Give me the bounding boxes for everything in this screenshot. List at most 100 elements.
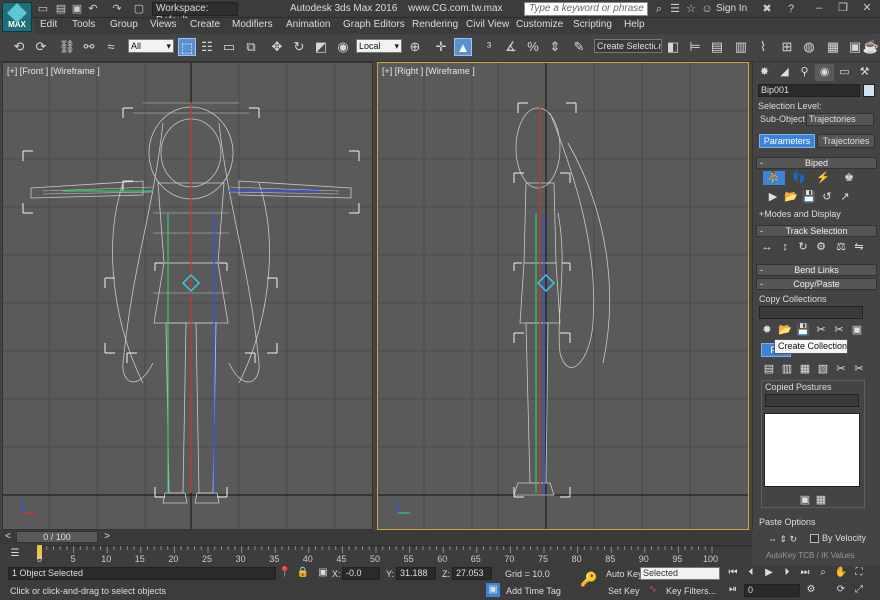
menu-graph-editors[interactable]: Graph Editors	[343, 19, 405, 30]
open-file-icon[interactable]: ▤	[54, 2, 68, 16]
right-viewport-label[interactable]: [+] [Right ] [Wireframe ]	[382, 66, 475, 76]
bend-links-rollout[interactable]: Bend Links	[756, 264, 877, 276]
hierarchy-tab-icon[interactable]: ⚲	[795, 64, 814, 81]
menu-civil-view[interactable]: Civil View	[466, 19, 509, 30]
paste-posture-icon[interactable]: ▥	[779, 362, 795, 376]
previous-key-icon[interactable]: ⏴	[744, 566, 758, 580]
paste-posture-opposite-icon[interactable]: ▦	[797, 362, 813, 376]
user-icon[interactable]: ☺	[700, 2, 714, 16]
material-editor-icon[interactable]: ◍	[800, 38, 818, 56]
curve-editor-icon[interactable]: ⌇	[754, 38, 772, 56]
y-coordinate-field[interactable]: 31.188	[396, 567, 436, 580]
pivot-center-icon[interactable]: ⊕	[406, 38, 424, 56]
menu-animation[interactable]: Animation	[286, 19, 330, 30]
move-icon[interactable]: ✥	[268, 38, 286, 56]
copy-paste-rollout[interactable]: Copy/Paste	[756, 278, 877, 290]
layer-explorer-icon[interactable]: ▤	[708, 38, 726, 56]
menu-views[interactable]: Views	[150, 19, 177, 30]
select-manipulate-icon[interactable]: ✛	[432, 38, 450, 56]
go-to-start-icon[interactable]: ⏮	[726, 566, 740, 580]
mixer-mode-icon[interactable]: ♚	[841, 171, 857, 185]
convert-icon[interactable]: ↺	[819, 190, 835, 204]
save-icon[interactable]: ▣	[70, 2, 84, 16]
opposite-icon[interactable]: ⇋	[851, 240, 867, 254]
named-selection-sets-dropdown[interactable]: Create Selection Se	[594, 39, 662, 53]
delete-collection-icon[interactable]: ✂	[813, 323, 829, 337]
zoom-icon[interactable]: ⌕	[816, 566, 830, 580]
time-tag-icon[interactable]: ▣	[486, 583, 500, 597]
trajectories-tab-button[interactable]: Trajectories	[817, 134, 875, 148]
undo-toolbar-icon[interactable]: ⟲	[10, 38, 28, 56]
key-filters-button[interactable]: Key Filters...	[666, 586, 716, 596]
time-slider[interactable]: 0 / 100	[16, 531, 98, 543]
body-rotation-icon[interactable]: ↻	[795, 240, 811, 254]
orbit-icon[interactable]: ⟳	[834, 583, 848, 597]
key-mode-dropdown[interactable]: Selected	[640, 567, 720, 580]
project-folder-icon[interactable]: ▢	[132, 2, 146, 16]
menu-rendering[interactable]: Rendering	[412, 19, 458, 30]
next-frame-icon[interactable]: >	[100, 530, 114, 544]
menu-tools[interactable]: Tools	[72, 19, 95, 30]
key-mode-toggle-icon[interactable]: ⏯	[726, 583, 740, 597]
selection-filter-dropdown[interactable]: All	[128, 39, 174, 53]
biped-playback-icon[interactable]: ▶	[765, 190, 781, 204]
biped-rollout[interactable]: Biped	[756, 157, 877, 169]
delete-posture-icon[interactable]: ✂	[833, 362, 849, 376]
menu-edit[interactable]: Edit	[40, 19, 57, 30]
menu-customize[interactable]: Customize	[516, 19, 563, 30]
paste-horizontal-icon[interactable]: ⇔ ⇕ ↻	[768, 534, 797, 545]
snapshot-viewport-icon[interactable]: ▦	[813, 493, 829, 507]
menu-modifiers[interactable]: Modifiers	[232, 19, 273, 30]
utilities-tab-icon[interactable]: ⚒	[855, 64, 874, 81]
load-collection-icon[interactable]: 📂	[777, 323, 793, 337]
select-object-icon[interactable]: ⬚	[178, 38, 196, 56]
absolute-mode-icon[interactable]: ▣	[316, 566, 330, 580]
save-collection-icon[interactable]: 💾	[795, 323, 811, 337]
angle-snap-icon[interactable]: ∡	[502, 38, 520, 56]
bind-space-warp-icon[interactable]: ≈	[102, 38, 120, 56]
time-config-icon[interactable]: ⚙	[804, 583, 818, 597]
ribbon-icon[interactable]: ▥	[732, 38, 750, 56]
mirror-icon[interactable]: ◧	[664, 38, 682, 56]
track-selection-rollout[interactable]: Track Selection	[756, 225, 877, 237]
percent-snap-icon[interactable]: %	[524, 38, 542, 56]
body-vertical-icon[interactable]: ↕	[777, 240, 793, 254]
place-icon[interactable]: ◉	[334, 38, 352, 56]
by-velocity-checkbox[interactable]	[810, 534, 819, 543]
star-icon[interactable]: ☆	[684, 2, 698, 16]
add-time-tag-button[interactable]: Add Time Tag	[506, 586, 561, 596]
menu-create[interactable]: Create	[190, 19, 220, 30]
next-key-icon[interactable]: ⏵	[780, 566, 794, 580]
auto-key-button[interactable]: Auto Key	[606, 569, 643, 579]
unlink-icon[interactable]: ⚯	[80, 38, 98, 56]
exchange-icon[interactable]: ✖	[760, 2, 774, 16]
create-tab-icon[interactable]: ✸	[755, 64, 774, 81]
motion-flow-icon[interactable]: ⚡	[815, 171, 831, 185]
application-button[interactable]: MAX	[2, 2, 32, 32]
rotate-icon[interactable]: ↻	[290, 38, 308, 56]
x-coordinate-field[interactable]: -0.0	[342, 567, 380, 580]
render-setup-icon[interactable]: ▦	[824, 38, 842, 56]
create-collection-icon[interactable]: ✹	[759, 323, 775, 337]
window-crossing-icon[interactable]: ⧉	[242, 38, 260, 56]
object-name-field[interactable]: Bip001	[758, 84, 860, 97]
menu-scripting[interactable]: Scripting	[573, 19, 612, 30]
selection-lock-icon[interactable]: 🔒	[296, 566, 310, 580]
body-horizontal-icon[interactable]: ↔	[759, 240, 775, 254]
set-key-button[interactable]: Set Key	[608, 586, 640, 596]
minimize-icon[interactable]: –	[812, 1, 826, 15]
current-frame-field[interactable]: 0	[744, 584, 800, 597]
key-icon[interactable]: 🔑	[580, 572, 597, 586]
go-to-end-icon[interactable]: ⏭	[798, 566, 812, 580]
save-file-icon[interactable]: 💾	[801, 190, 817, 204]
help-icon[interactable]: ?	[784, 2, 798, 16]
move-all-mode-icon[interactable]: ↗	[837, 190, 853, 204]
edit-named-selection-icon[interactable]: ✎	[570, 38, 588, 56]
copied-postures-dropdown[interactable]	[765, 394, 859, 407]
reference-coordinate-dropdown[interactable]: Local	[356, 39, 402, 53]
mini-curve-editor-icon[interactable]: ☰	[8, 547, 22, 561]
figure-mode-icon[interactable]: ⛹	[763, 171, 785, 185]
copy-track-icon[interactable]: ▧	[815, 362, 831, 376]
lock-cog-icon[interactable]: ⚙	[813, 240, 829, 254]
play-icon[interactable]: ▶	[762, 566, 776, 580]
